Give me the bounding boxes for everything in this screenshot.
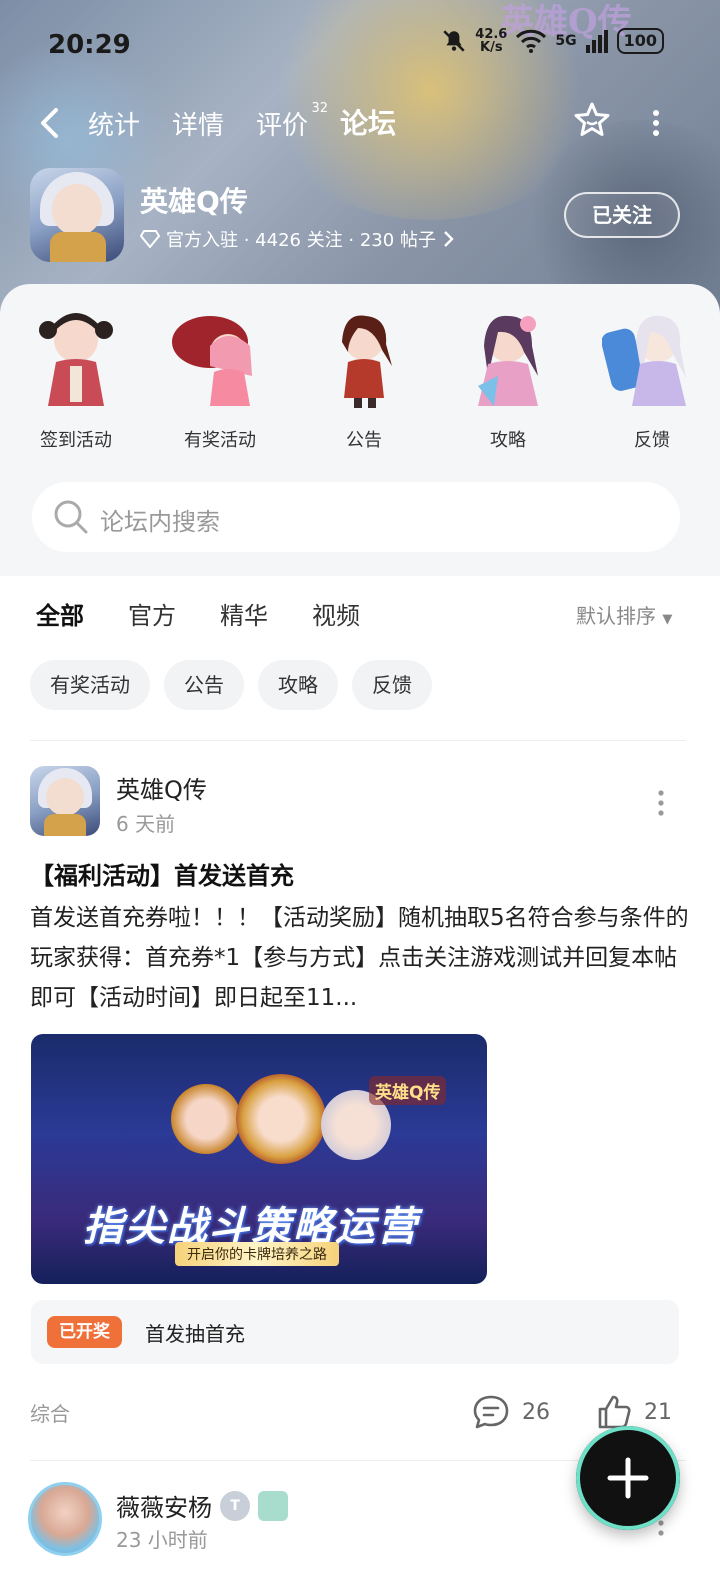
post-category[interactable]: 综合 <box>30 1398 70 1427</box>
network-type: 5G <box>555 33 577 49</box>
follow-button[interactable]: 已关注 <box>564 192 680 238</box>
comment-icon <box>473 1395 509 1429</box>
post-footer: 综合 26 21 <box>30 1394 690 1434</box>
top-nav: 统计 详情 评价 32 论坛 <box>0 96 720 152</box>
forum-page: 英雄Q传 20:29 42.6 K/s 5G 100 统计 详情 评价 32 论坛 … <box>0 0 720 1591</box>
diamond-icon <box>140 230 160 248</box>
network-speed: 42.6 K/s <box>475 27 508 55</box>
comment-count: 26 <box>522 1399 550 1425</box>
star-icon[interactable] <box>572 100 612 140</box>
post-author[interactable]: 英雄Q传 <box>116 770 207 805</box>
lottery-title: 首发抽首充 <box>145 1322 245 1346</box>
chip-rewards[interactable]: 有奖活动 <box>30 660 150 710</box>
divider <box>30 740 686 741</box>
feedback-character-icon <box>601 315 686 406</box>
post-time: 6 天前 <box>116 812 176 836</box>
chip-announcements[interactable]: 公告 <box>164 660 244 710</box>
review-count-badge: 32 <box>311 101 329 116</box>
post-author[interactable]: 薇薇安杨 <box>116 1488 212 1523</box>
forum-search-input[interactable]: 论坛内搜索 <box>32 482 680 552</box>
post-time: 23 小时前 <box>116 1528 208 1552</box>
status-bar: 20:29 42.6 K/s 5G 100 <box>0 22 720 66</box>
post-body: 首发送首充券啦！！！【活动奖励】随机抽取5名符合参与条件的玩家获得：首充券*1【… <box>30 905 689 1011</box>
quick-link-announcements[interactable]: 公告 <box>296 306 432 452</box>
create-post-button[interactable] <box>576 1426 680 1530</box>
mute-bell-icon <box>443 30 465 52</box>
sort-dropdown[interactable]: 默认排序 ▼ <box>576 600 672 629</box>
feed-tab-all[interactable]: 全部 <box>36 596 84 635</box>
quick-link-checkin[interactable]: 签到活动 <box>8 306 144 452</box>
back-icon[interactable] <box>36 106 66 140</box>
feed-tab-featured[interactable]: 精华 <box>220 596 268 631</box>
user-badge-icon <box>258 1490 288 1521</box>
post-image-subtitle: 开启你的卡牌培养之路 <box>175 1242 339 1266</box>
chip-guides[interactable]: 攻略 <box>258 660 338 710</box>
plus-icon <box>607 1457 649 1499</box>
post-more-icon[interactable] <box>654 788 668 818</box>
post-image[interactable]: 英雄Q传 指尖战斗策略运营 开启你的卡牌培养之路 <box>31 1034 487 1284</box>
lottery-card[interactable]: 已开奖 首发抽首充 <box>31 1300 679 1364</box>
feed-tab-video[interactable]: 视频 <box>312 596 360 631</box>
tab-details[interactable]: 详情 <box>172 105 224 142</box>
game-icon[interactable] <box>30 168 124 262</box>
filter-chips: 有奖活动 公告 攻略 反馈 <box>30 660 432 710</box>
tab-stats[interactable]: 统计 <box>88 105 140 142</box>
search-icon <box>54 500 88 534</box>
quick-link-feedback[interactable]: 反馈 <box>584 306 720 452</box>
tab-forum[interactable]: 论坛 <box>340 102 397 142</box>
avatar[interactable] <box>28 1482 102 1556</box>
avatar[interactable] <box>30 766 100 836</box>
battery-indicator: 100 <box>616 28 664 54</box>
feed-tab-official[interactable]: 官方 <box>128 596 176 631</box>
feed-tabs: 全部 官方 精华 视频 <box>36 596 360 635</box>
like-count: 21 <box>644 1399 672 1425</box>
quick-link-guides[interactable]: 攻略 <box>440 306 576 452</box>
like-button[interactable]: 21 <box>596 1394 672 1430</box>
more-icon[interactable] <box>650 108 662 138</box>
quick-panel: 签到活动 有奖活动 公告 攻略 反馈 论坛内搜索 <box>0 284 720 576</box>
chevron-right-icon <box>444 231 454 247</box>
comment-button[interactable]: 26 <box>472 1394 550 1430</box>
guide-character-icon <box>478 315 538 406</box>
game-meta-text: 官方入驻 · 4426 关注 · 230 帖子 <box>166 230 436 251</box>
checkin-character-icon <box>39 313 113 406</box>
thumbs-up-icon <box>598 1395 631 1429</box>
lottery-status-badge: 已开奖 <box>47 1316 122 1348</box>
tab-reviews[interactable]: 评价 32 <box>256 101 328 142</box>
rewards-character-icon <box>172 316 252 406</box>
status-time: 20:29 <box>48 30 131 60</box>
user-level-badge: T <box>220 1490 250 1521</box>
game-meta[interactable]: 官方入驻 · 4426 关注 · 230 帖子 <box>140 226 454 252</box>
chip-feedback[interactable]: 反馈 <box>352 660 432 710</box>
caret-down-icon: ▼ <box>662 612 673 627</box>
game-title: 英雄Q传 <box>140 185 248 218</box>
wifi-icon <box>516 29 547 53</box>
post-image-logo: 英雄Q传 <box>369 1076 447 1105</box>
signal-icon <box>585 30 608 53</box>
post-title: 【福利活动】首发送首充 <box>30 862 294 890</box>
search-placeholder: 论坛内搜索 <box>100 508 220 536</box>
announcement-character-icon <box>342 315 392 408</box>
quick-link-rewards[interactable]: 有奖活动 <box>152 306 288 452</box>
post-author-row: 薇薇安杨 T <box>116 1488 288 1523</box>
